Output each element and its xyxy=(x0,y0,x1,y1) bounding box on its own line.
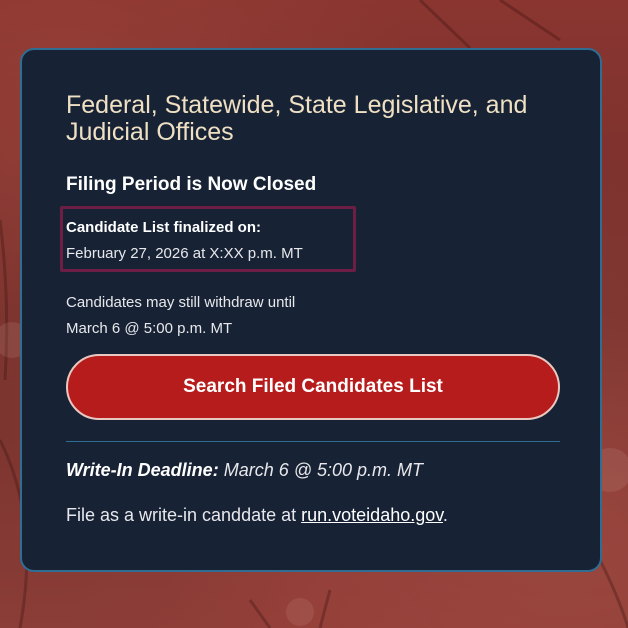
write-in-deadline-label: Write-In Deadline: xyxy=(66,460,219,480)
finalized-highlight-box xyxy=(60,206,356,272)
section-divider xyxy=(66,441,560,442)
write-in-deadline-value: March 6 @ 5:00 p.m. MT xyxy=(223,460,424,480)
write-in-deadline: Write-In Deadline: March 6 @ 5:00 p.m. M… xyxy=(66,460,423,481)
filing-status-heading: Filing Period is Now Closed xyxy=(66,174,317,195)
file-as-write-in: File as a write-in canddate at run.votei… xyxy=(66,505,448,526)
withdraw-notice: Candidates may still withdraw until Marc… xyxy=(66,290,386,342)
finalized-label: Candidate List finalized on: xyxy=(66,219,262,236)
voteidaho-link[interactable]: run.voteidaho.gov xyxy=(301,505,443,525)
search-filed-candidates-button[interactable]: Search Filed Candidates List xyxy=(66,354,560,420)
filing-info-card: Federal, Statewide, State Legislative, a… xyxy=(20,48,602,572)
withdraw-line-1: Candidates may still withdraw until xyxy=(66,294,296,311)
card-title: Federal, Statewide, State Legislative, a… xyxy=(66,91,528,146)
file-as-text: File as a write-in canddate at xyxy=(66,505,297,525)
file-as-period: . xyxy=(442,505,448,525)
finalized-date: February 27, 2026 at X:XX p.m. MT xyxy=(66,245,303,262)
withdraw-line-2: March 6 @ 5:00 p.m. MT xyxy=(66,320,233,337)
